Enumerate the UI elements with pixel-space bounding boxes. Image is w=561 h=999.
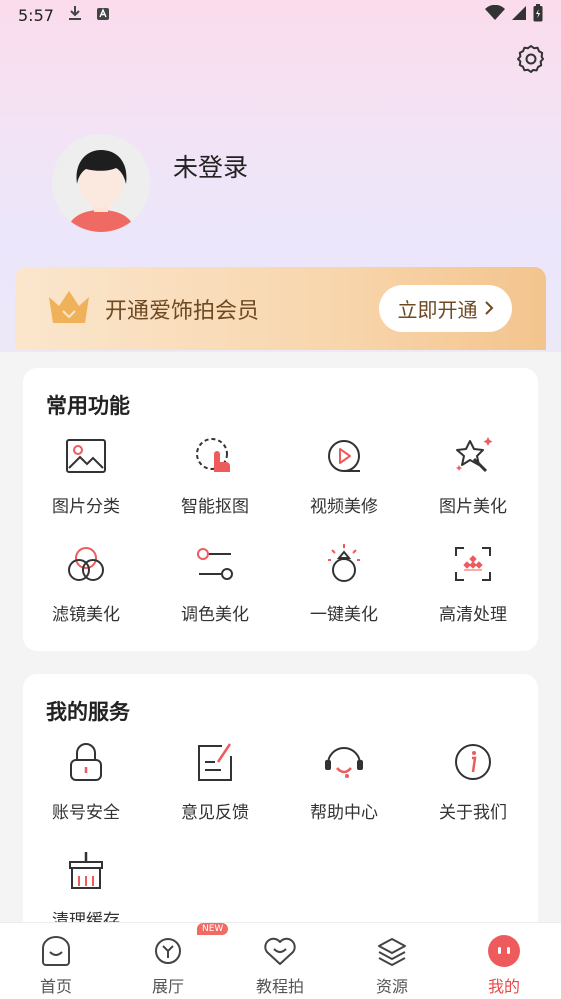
feature-image-classify[interactable]: 图片分类 <box>31 436 141 517</box>
tab-tutorial[interactable]: 教程拍 <box>235 923 325 999</box>
feature-label: 调色美化 <box>181 605 249 625</box>
tab-mine[interactable]: 我的 <box>459 923 549 999</box>
vip-title: 开通爱饰拍会员 <box>105 298 260 324</box>
my-services-title: 我的服务 <box>46 700 130 724</box>
service-label: 意见反馈 <box>181 803 249 823</box>
status-bar: 5:57 <box>0 0 561 30</box>
ring-icon <box>289 544 399 584</box>
hd-scan-icon <box>418 544 528 584</box>
profile-face-icon <box>459 931 549 971</box>
sliders-icon <box>160 544 270 584</box>
feature-label: 智能抠图 <box>181 497 249 517</box>
tab-label: 资源 <box>375 977 408 996</box>
chevron-right-icon <box>484 297 494 321</box>
open-vip-button[interactable]: 立即开通 <box>379 285 512 332</box>
feature-label: 滤镜美化 <box>52 605 120 625</box>
service-feedback[interactable]: 意见反馈 <box>160 742 270 823</box>
battery-icon <box>533 4 543 26</box>
feature-one-click-beautify[interactable]: 一键美化 <box>289 544 399 625</box>
tab-resources[interactable]: 资源 <box>347 923 437 999</box>
crown-icon <box>47 289 91 329</box>
feature-image-beautify[interactable]: 图片美化 <box>418 436 528 517</box>
headset-icon <box>289 742 399 782</box>
feature-label: 一键美化 <box>310 605 378 625</box>
signal-icon <box>511 5 527 25</box>
tab-label: 首页 <box>39 977 72 996</box>
app-notification-icon <box>96 6 110 25</box>
gallery-icon <box>123 931 213 971</box>
feature-label: 高清处理 <box>439 605 507 625</box>
heart-icon <box>235 931 325 971</box>
feature-label: 图片分类 <box>52 497 120 517</box>
feature-smart-cutout[interactable]: 智能抠图 <box>160 436 270 517</box>
info-icon <box>418 742 528 782</box>
service-label: 关于我们 <box>439 803 507 823</box>
feature-hd-process[interactable]: 高清处理 <box>418 544 528 625</box>
broom-icon <box>31 850 141 890</box>
feature-video-retouch[interactable]: 视频美修 <box>289 436 399 517</box>
common-features-title: 常用功能 <box>46 394 130 418</box>
tab-label: 展厅 <box>151 977 184 996</box>
bottom-tab-bar: 首页 展厅 教程拍 资源 我的 <box>0 922 561 999</box>
service-clear-cache[interactable]: 清理缓存 <box>31 850 141 931</box>
open-vip-label: 立即开通 <box>397 298 478 322</box>
lock-icon <box>31 742 141 782</box>
gear-icon <box>516 43 546 77</box>
avatar[interactable] <box>52 134 150 232</box>
my-services-card: 我的服务 账号安全 意见反馈 帮助中心 关于我们 清理缓存 <box>23 674 538 934</box>
settings-button[interactable] <box>514 43 548 77</box>
filter-circles-icon <box>31 544 141 584</box>
home-icon <box>11 931 101 971</box>
tab-home[interactable]: 首页 <box>11 923 101 999</box>
cutout-icon <box>160 436 270 476</box>
service-label: 账号安全 <box>52 803 120 823</box>
feature-filter[interactable]: 滤镜美化 <box>31 544 141 625</box>
service-account-security[interactable]: 账号安全 <box>31 742 141 823</box>
common-features-card: 常用功能 图片分类 智能抠图 视频美修 图片美化 滤镜美化 调色美化 一键美化 … <box>23 368 538 651</box>
download-icon <box>68 5 82 25</box>
sparkle-star-icon <box>418 436 528 476</box>
vip-banner[interactable]: 开通爱饰拍会员 立即开通 <box>15 267 546 350</box>
status-time: 5:57 <box>18 5 54 25</box>
new-badge: NEW <box>197 923 229 935</box>
feedback-icon <box>160 742 270 782</box>
tab-label: 教程拍 <box>255 977 304 996</box>
image-icon <box>31 436 141 476</box>
tab-label: 我的 <box>487 977 520 996</box>
feature-label: 图片美化 <box>439 497 507 517</box>
wifi-icon <box>485 4 505 25</box>
username[interactable]: 未登录 <box>173 148 248 184</box>
layers-icon <box>347 931 437 971</box>
service-help-center[interactable]: 帮助中心 <box>289 742 399 823</box>
service-about-us[interactable]: 关于我们 <box>418 742 528 823</box>
feature-label: 视频美修 <box>310 497 378 517</box>
feature-color-grading[interactable]: 调色美化 <box>160 544 270 625</box>
video-play-icon <box>289 436 399 476</box>
service-label: 帮助中心 <box>310 803 378 823</box>
